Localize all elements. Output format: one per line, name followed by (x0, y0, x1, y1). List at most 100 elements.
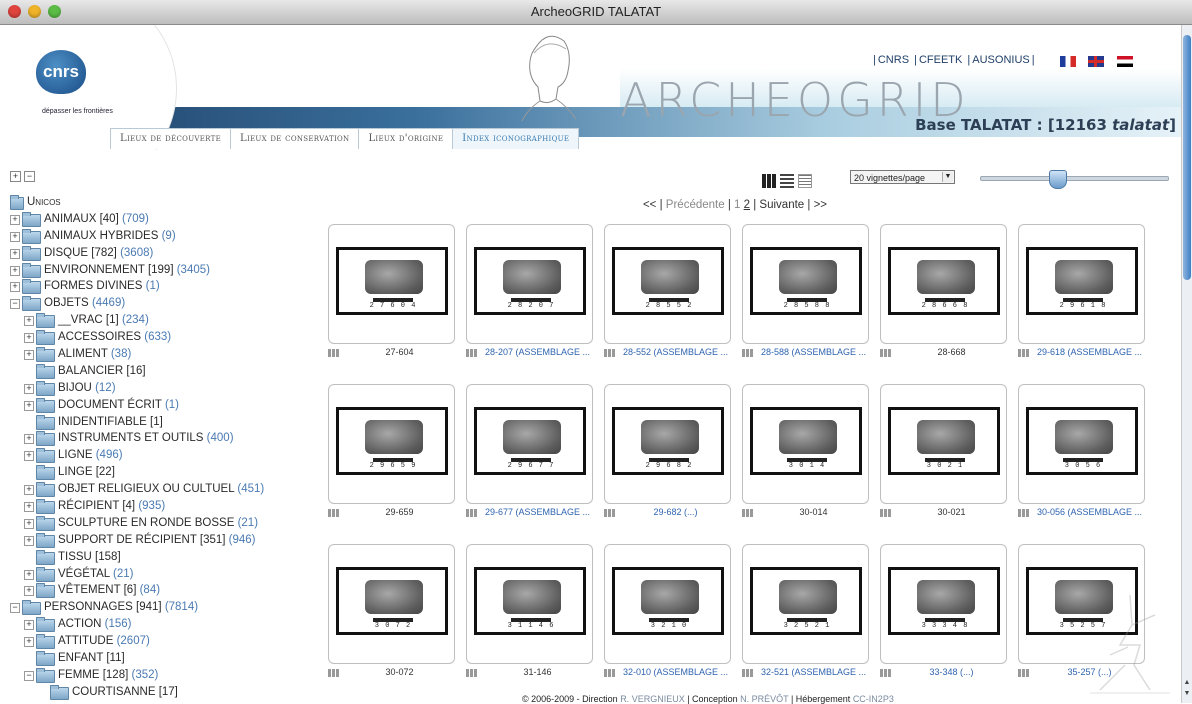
select-checkbox-icon[interactable] (604, 509, 616, 517)
expand-icon[interactable]: + (24, 333, 34, 344)
zoom-slider-knob[interactable] (1049, 170, 1067, 189)
thumbnail-card[interactable]: 2 8 5 5 2 (604, 224, 731, 344)
thumbnail-item[interactable]: 2 8 6 6 8 28-668 (880, 224, 1007, 382)
cfeetk-link[interactable]: CFEETK (919, 54, 962, 66)
thumbnail-label[interactable]: 32-521 (ASSEMBLAGE ... (758, 667, 869, 677)
tree-item[interactable]: COURTISANNE [17] (10, 684, 310, 701)
tree-item[interactable]: + ACCESSOIRES (633) (10, 329, 310, 346)
expand-icon[interactable]: + (24, 350, 34, 361)
tree-item[interactable]: + ACTION (156) (10, 616, 310, 633)
ausonius-link[interactable]: AUSONIUS (972, 54, 1029, 66)
talatat-photo[interactable]: 3 2 5 2 1 (750, 567, 862, 635)
expand-icon[interactable]: + (24, 637, 34, 648)
thumbnail-item[interactable]: 3 1 1 4 6 31-146 (466, 544, 593, 702)
select-checkbox-icon[interactable] (880, 669, 892, 677)
thumbnail-card[interactable]: 3 2 5 2 1 (742, 544, 869, 664)
thumbnail-item[interactable]: 3 0 1 4 30-014 (742, 384, 869, 542)
expand-icon[interactable]: + (10, 231, 20, 242)
select-checkbox-icon[interactable] (466, 669, 478, 677)
tab-lieux-origine[interactable]: Lieux d'origine (358, 128, 454, 149)
expand-icon[interactable]: + (24, 518, 34, 529)
grid-view-icon[interactable] (762, 173, 776, 188)
fr-flag-icon[interactable] (1060, 56, 1076, 68)
expand-icon[interactable]: + (24, 502, 34, 513)
thumbnail-card[interactable]: 3 0 5 6 (1018, 384, 1145, 504)
select-checkbox-icon[interactable] (1018, 509, 1030, 517)
detail-view-icon[interactable] (798, 173, 812, 188)
talatat-photo[interactable]: 2 8 2 0 7 (474, 247, 586, 315)
tree-item[interactable]: TISSU [158] (10, 549, 310, 566)
tree-item[interactable]: + DOCUMENT ÉCRIT (1) (10, 397, 310, 414)
tree-item[interactable]: ENFANT [11] (10, 650, 310, 667)
select-checkbox-icon[interactable] (742, 669, 754, 677)
expand-icon[interactable]: + (24, 383, 34, 394)
expand-icon[interactable]: + (10, 282, 20, 293)
thumbnail-item[interactable]: 3 3 3 4 8 33-348 (...) (880, 544, 1007, 702)
thumbnail-label[interactable]: 28-207 (ASSEMBLAGE ... (482, 347, 593, 357)
thumbnail-card[interactable]: 2 8 2 0 7 (466, 224, 593, 344)
thumbnail-card[interactable]: 3 3 3 4 8 (880, 544, 1007, 664)
expand-icon[interactable]: + (10, 214, 20, 225)
cnrs-logo[interactable]: cnrs (36, 50, 86, 94)
tab-lieux-conservation[interactable]: Lieux de conservation (230, 128, 360, 149)
expand-icon[interactable]: + (24, 400, 34, 411)
page-1-link[interactable]: 1 (734, 199, 740, 211)
tree-item[interactable]: + VÊTEMENT [6] (84) (10, 582, 310, 599)
page-2-link[interactable]: 2 (744, 199, 750, 211)
thumbnail-item[interactable]: 3 0 5 6 30-056 (ASSEMBLAGE ... (1018, 384, 1145, 542)
scrollbar-thumb[interactable] (1183, 35, 1191, 280)
expand-icon[interactable]: + (24, 485, 34, 496)
collapse-icon[interactable]: − (10, 299, 20, 310)
tree-item[interactable]: + LIGNE (496) (10, 447, 310, 464)
expand-icon[interactable]: + (10, 248, 20, 259)
thumbnail-item[interactable]: 3 0 7 2 30-072 (328, 544, 455, 702)
thumbnail-card[interactable]: 2 8 5 8 8 (742, 224, 869, 344)
tree-item[interactable]: + SUPPORT DE RÉCIPIENT [351] (946) (10, 532, 310, 549)
previous-page-link[interactable]: Précédente (666, 199, 725, 211)
thumbnail-item[interactable]: 2 9 6 8 2 29-682 (...) (604, 384, 731, 542)
talatat-photo[interactable]: 3 2 1 0 (612, 567, 724, 635)
thumbnail-item[interactable]: 3 2 5 2 1 32-521 (ASSEMBLAGE ... (742, 544, 869, 702)
thumbnail-item[interactable]: 2 8 5 5 2 28-552 (ASSEMBLAGE ... (604, 224, 731, 382)
select-checkbox-icon[interactable] (880, 349, 892, 357)
tree-item[interactable]: + FORMES DIVINES (1) (10, 278, 310, 295)
talatat-photo[interactable]: 2 7 6 0 4 (336, 247, 448, 315)
expand-icon[interactable]: + (24, 586, 34, 597)
thumbnail-label[interactable]: 33-348 (...) (896, 667, 1007, 677)
first-page-link[interactable]: << (643, 199, 656, 211)
thumbnail-card[interactable]: 3 0 2 1 (880, 384, 1007, 504)
tree-item[interactable]: − FEMME [128] (352) (10, 667, 310, 684)
expand-icon[interactable]: + (24, 451, 34, 462)
talatat-photo[interactable]: 2 9 6 5 9 (336, 407, 448, 475)
select-checkbox-icon[interactable] (604, 669, 616, 677)
collapse-all-icon[interactable]: − (24, 171, 35, 182)
zoom-slider[interactable] (980, 170, 1169, 189)
tree-item[interactable]: LINGE [22] (10, 464, 310, 481)
thumbnail-item[interactable]: 2 9 6 7 7 29-677 (ASSEMBLAGE ... (466, 384, 593, 542)
thumbnail-item[interactable]: 3 0 2 1 30-021 (880, 384, 1007, 542)
thumbnail-label[interactable]: 30-056 (ASSEMBLAGE ... (1034, 507, 1145, 517)
talatat-photo[interactable]: 3 0 1 4 (750, 407, 862, 475)
tree-item[interactable]: + VÉGÉTAL (21) (10, 566, 310, 583)
select-checkbox-icon[interactable] (880, 509, 892, 517)
expand-icon[interactable]: + (24, 434, 34, 445)
thumbnail-label[interactable]: 28-588 (ASSEMBLAGE ... (758, 347, 869, 357)
list-view-icon[interactable] (780, 173, 794, 188)
talatat-photo[interactable]: 3 1 1 4 6 (474, 567, 586, 635)
expand-icon[interactable]: + (24, 535, 34, 546)
talatat-photo[interactable]: 3 0 5 6 (1026, 407, 1138, 475)
select-checkbox-icon[interactable] (328, 669, 340, 677)
tree-item[interactable]: INIDENTIFIABLE [1] (10, 414, 310, 431)
talatat-photo[interactable]: 2 9 6 1 8 (1026, 247, 1138, 315)
tree-item[interactable]: + OBJET RELIGIEUX OU CULTUEL (451) (10, 481, 310, 498)
select-checkbox-icon[interactable] (742, 349, 754, 357)
tree-item[interactable]: + INSTRUMENTS ET OUTILS (400) (10, 430, 310, 447)
tree-item[interactable]: + RÉCIPIENT [4] (935) (10, 498, 310, 515)
thumbnail-card[interactable]: 3 0 1 4 (742, 384, 869, 504)
select-checkbox-icon[interactable] (604, 349, 616, 357)
next-page-link[interactable]: Suivante (759, 199, 804, 211)
tree-item[interactable]: + DISQUE [782] (3608) (10, 245, 310, 262)
expand-all-icon[interactable]: + (10, 171, 21, 182)
talatat-photo[interactable]: 3 0 7 2 (336, 567, 448, 635)
select-checkbox-icon[interactable] (466, 349, 478, 357)
